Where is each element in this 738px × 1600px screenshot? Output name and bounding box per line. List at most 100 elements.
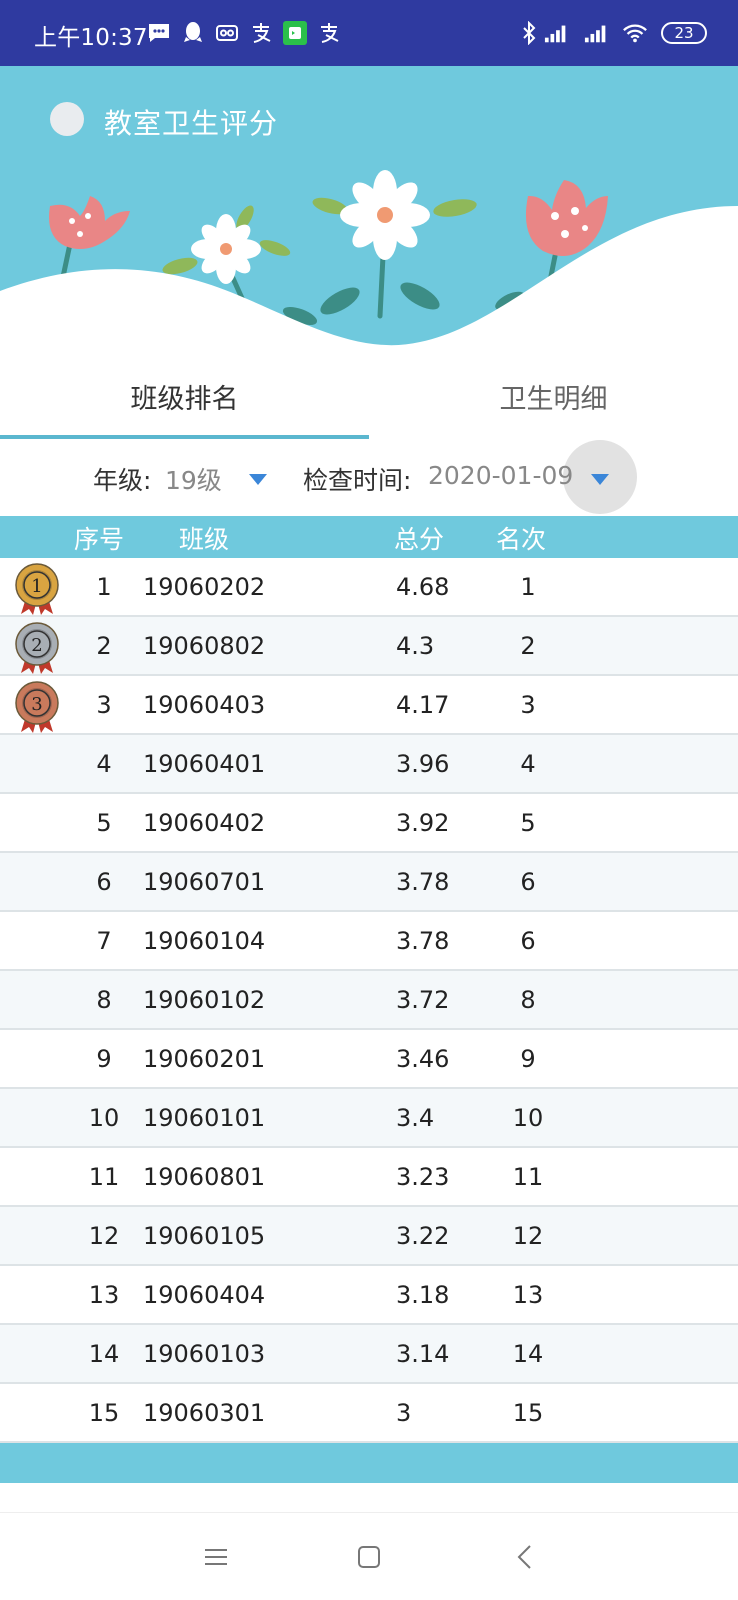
medal-number: 3: [31, 694, 42, 715]
table-row[interactable]: 10 19060101 3.4 10: [0, 1089, 738, 1148]
cell-class: 19060401: [143, 750, 266, 778]
grade-label: 年级:: [93, 466, 152, 495]
table-row[interactable]: 4 19060401 3.96 4: [0, 735, 738, 794]
cell-score: 3.22: [396, 1222, 450, 1250]
cell-index: 10: [88, 1104, 120, 1132]
qq-icon: [180, 20, 206, 46]
table-row[interactable]: 12 19060105 3.22 12: [0, 1207, 738, 1266]
cell-index: 9: [96, 1045, 112, 1073]
cell-score: 4.68: [396, 573, 450, 601]
cell-index: 2: [96, 632, 112, 660]
wifi-icon: [622, 20, 648, 46]
cell-rank: 11: [512, 1163, 544, 1191]
alipay-icon: [316, 20, 342, 46]
avatar[interactable]: [50, 102, 84, 136]
cell-index: 7: [96, 927, 112, 955]
cell-score: 3.92: [396, 809, 450, 837]
table-row[interactable]: 5 19060402 3.92 5: [0, 794, 738, 853]
header-rank: 名次: [496, 525, 547, 554]
back-icon[interactable]: [505, 1537, 545, 1577]
cell-class: 19060802: [143, 632, 266, 660]
status-time: 上午10:37: [34, 25, 148, 51]
cell-class: 19060301: [143, 1399, 266, 1427]
medal-icon: 1: [15, 563, 59, 615]
medal-number: 2: [31, 635, 42, 656]
grade-select[interactable]: 19级: [165, 461, 222, 497]
date-dropdown-icon[interactable]: [591, 474, 609, 485]
wechat-icon: [282, 20, 308, 46]
page-title: 教室卫生评分: [104, 107, 279, 140]
cell-class: 19060103: [143, 1340, 266, 1368]
voicemail-icon: [214, 20, 240, 46]
cell-score: 3.46: [396, 1045, 450, 1073]
signal-icon: [544, 20, 570, 46]
date-select[interactable]: 2020-01-09: [428, 461, 573, 490]
signal-icon: [584, 20, 610, 46]
table-row[interactable]: 8 19060102 3.72 8: [0, 971, 738, 1030]
cell-class: 19060102: [143, 986, 266, 1014]
cell-score: 3: [396, 1399, 412, 1427]
header-class: 班级: [179, 525, 230, 554]
grade-dropdown-icon[interactable]: [249, 474, 267, 485]
menu-icon[interactable]: [196, 1537, 236, 1577]
cell-index: 14: [88, 1340, 120, 1368]
cell-index: 12: [88, 1222, 120, 1250]
header-index: 序号: [74, 525, 125, 554]
cell-rank: 9: [520, 1045, 536, 1073]
table-row[interactable]: 6 19060701 3.78 6: [0, 853, 738, 912]
cell-rank: 3: [520, 691, 536, 719]
cell-rank: 8: [520, 986, 536, 1014]
cell-score: 4.3: [396, 632, 435, 660]
table-row[interactable]: 15 19060301 3 15: [0, 1384, 738, 1443]
alipay-icon: [248, 20, 274, 46]
cell-class: 19060404: [143, 1281, 266, 1309]
cell-index: 5: [96, 809, 112, 837]
table-row[interactable]: 14 19060103 3.14 14: [0, 1325, 738, 1384]
message-icon: [146, 20, 172, 46]
cell-rank: 14: [512, 1340, 544, 1368]
cell-score: 3.96: [396, 750, 450, 778]
table-row[interactable]: 3 3 19060403 4.17 3: [0, 676, 738, 735]
filter-bar: 年级: 19级 检查时间: 2020-01-09: [0, 441, 738, 517]
cell-rank: 10: [512, 1104, 544, 1132]
tab-bar: 班级排名 卫生明细: [0, 365, 738, 441]
cell-rank: 5: [520, 809, 536, 837]
cell-score: 3.18: [396, 1281, 450, 1309]
cell-class: 19060201: [143, 1045, 266, 1073]
table-row[interactable]: 9 19060201 3.46 9: [0, 1030, 738, 1089]
cell-rank: 1: [520, 573, 536, 601]
cell-index: 1: [96, 573, 112, 601]
cell-class: 19060801: [143, 1163, 266, 1191]
cell-index: 15: [88, 1399, 120, 1427]
tab-indicator: [0, 435, 369, 439]
cell-class: 19060202: [143, 573, 266, 601]
cell-index: 13: [88, 1281, 120, 1309]
table-row[interactable]: 2 2 19060802 4.3 2: [0, 617, 738, 676]
cell-rank: 12: [512, 1222, 544, 1250]
cell-class: 19060403: [143, 691, 266, 719]
cell-score: 3.4: [396, 1104, 435, 1132]
table-row[interactable]: 1 1 19060202 4.68 1: [0, 558, 738, 617]
cell-class: 19060104: [143, 927, 266, 955]
cell-score: 3.78: [396, 927, 450, 955]
cell-class: 19060101: [143, 1104, 266, 1132]
battery-indicator: 23: [661, 22, 707, 44]
cell-score: 3.78: [396, 868, 450, 896]
navigation-bar: [0, 1512, 738, 1600]
table-row[interactable]: 13 19060404 3.18 13: [0, 1266, 738, 1325]
cell-class: 19060105: [143, 1222, 266, 1250]
table-row[interactable]: 7 19060104 3.78 6: [0, 912, 738, 971]
header-banner: 教室卫生评分: [0, 66, 738, 356]
cell-score: 3.23: [396, 1163, 450, 1191]
table-row[interactable]: 11 19060801 3.23 11: [0, 1148, 738, 1207]
bluetooth-icon: [516, 20, 542, 46]
tab-hygiene-details[interactable]: 卫生明细: [369, 365, 738, 441]
medal-icon: 3: [15, 681, 59, 733]
home-icon[interactable]: [349, 1537, 389, 1577]
cell-rank: 2: [520, 632, 536, 660]
cell-rank: 6: [520, 868, 536, 896]
cell-index: 8: [96, 986, 112, 1014]
tab-class-ranking[interactable]: 班级排名: [0, 365, 369, 441]
cell-index: 4: [96, 750, 112, 778]
medal-number: 1: [31, 576, 42, 597]
